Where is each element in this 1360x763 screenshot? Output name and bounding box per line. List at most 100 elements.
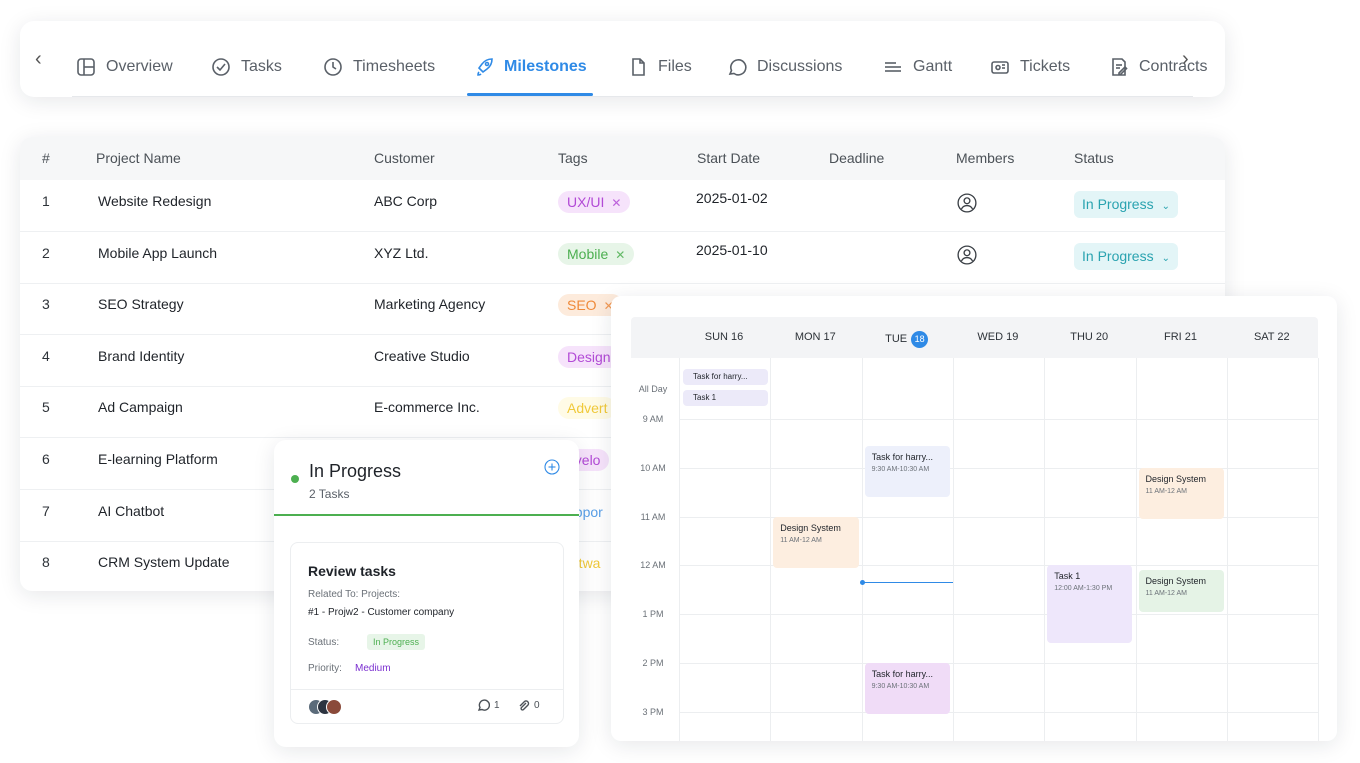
event-title: Design System [1145,473,1207,484]
day-header[interactable]: SUN 16 [679,331,769,343]
event-title: Task 1 [1054,571,1081,582]
status-dropdown[interactable]: In Progress ⌄ [1074,242,1178,270]
row-number: 6 [42,451,50,467]
event-title: Design System [1145,576,1207,587]
remove-tag-icon[interactable]: ✕ [615,248,625,262]
project-name[interactable]: Ad Campaign [98,399,183,415]
grid-column-line [770,358,772,741]
project-name[interactable]: AI Chatbot [98,503,164,519]
grid-column-line [1044,358,1046,741]
project-name[interactable]: Mobile App Launch [98,245,217,261]
event-title: Task for harry... [871,451,933,462]
tab-gantt[interactable]: Gantt [882,39,952,95]
day-header[interactable]: MON 17 [770,331,860,343]
customer-name: Creative Studio [374,347,470,364]
time-label: 9 AM [642,414,664,424]
task-title: Review tasks [308,563,396,579]
paperclip-icon [519,700,530,711]
day-header[interactable]: TUE 18 [862,331,952,348]
calendar-event[interactable]: Task 1 12:00 AM-1:30 PM [1047,565,1133,644]
header-status[interactable]: Status [1074,150,1114,166]
chat-icon [728,59,747,76]
header-customer[interactable]: Customer [374,150,435,166]
calendar-event[interactable]: Design System 11 AM-12 AM [1138,467,1224,520]
task-card[interactable]: Review tasks Related To: Projects: #1 - … [290,542,564,724]
table-row[interactable]: 1 Website Redesign ABC Corp UX/UI ✕ 2025-01-0… [20,180,1225,232]
priority-label: Priority: [308,663,342,674]
grid-column-line [1226,358,1228,741]
project-tag[interactable]: Advert [558,397,617,420]
start-date: 2025-01-02 [696,190,768,206]
day-header[interactable]: FRI 21 [1136,331,1226,343]
remove-tag-icon[interactable]: ✕ [611,196,621,210]
row-number: 3 [42,296,50,313]
comments-count[interactable]: 1 [477,699,500,712]
attachments-count[interactable]: 0 [517,699,540,712]
tab-timesheets[interactable]: Timesheets [322,39,435,95]
project-tag[interactable]: Mobile ✕ [558,242,635,265]
calendar-event[interactable]: Task for harry... 9:30 AM-10:30 AM [864,663,950,715]
tab-discussions[interactable]: Discussions [726,39,842,95]
header-start-date[interactable]: Start Date [697,150,760,166]
day-header[interactable]: THU 20 [1044,331,1134,343]
calendar-event[interactable]: Design System 11 AM-12 AM [1138,570,1224,612]
avatar[interactable] [326,699,342,715]
project-name[interactable]: Brand Identity [98,348,184,364]
grid-column-line [679,358,680,741]
event-time: 9:30 AM-10:30 AM [871,465,930,473]
time-label: 12 AM [640,560,666,571]
project-name[interactable]: Website Redesign [98,193,211,209]
day-label: FRI 21 [1163,331,1197,343]
table-row[interactable]: 2 Mobile App Launch XYZ Ltd. Mobile ✕ 2025-01… [20,232,1225,284]
tab-tasks[interactable]: Tasks [210,39,282,95]
tab-label: Files [658,58,692,75]
row-number: 7 [42,502,50,519]
header-members[interactable]: Members [956,150,1014,166]
customer-name: E-commerce Inc. [374,399,480,416]
calendar-grid: All Day 9 AM 10 AM 11 AM 12 AM 1 PM 2 PM 3 PM … [631,358,1320,741]
header-project-name[interactable]: Project Name [96,150,181,166]
tab-overview[interactable]: Overview [75,39,173,95]
project-tag[interactable]: UX/UI ✕ [558,191,631,213]
calendar-event[interactable]: Task for harry... 9:30 AM-10:30 AM [864,445,950,498]
grid-column-line [952,358,954,741]
header-deadline[interactable]: Deadline [829,150,884,166]
grid-hour-line [679,614,1318,616]
day-header[interactable]: WED 19 [953,331,1043,343]
tab-milestones[interactable]: Milestones [467,39,593,96]
tabs-next-arrow[interactable]: › [1182,49,1189,69]
kanban-column-in-progress: In Progress 2 Tasks Review tasks Related… [274,440,579,747]
time-label: 1 PM [642,609,664,620]
row-number: 5 [42,399,50,416]
current-time-dot [859,580,865,586]
tabs-prev-arrow[interactable]: ‹ [35,49,42,69]
header-tags[interactable]: Tags [558,150,588,166]
add-task-icon[interactable] [544,459,560,475]
day-header[interactable]: SAT 22 [1227,331,1317,343]
task-status-badge: In Progress [367,634,426,650]
current-time-indicator [859,580,953,586]
calendar-event[interactable]: Design System 11 AM-12 AM [773,516,859,568]
tab-tickets[interactable]: Tickets [989,39,1070,95]
project-name[interactable]: CRM System Update [98,554,229,570]
calendar-day-header: SUN 16 MON 17 TUE 18 WED 19 THU 20 FRI 21 SAT 2… [631,317,1318,358]
tab-label: Milestones [504,58,587,75]
project-name[interactable]: SEO Strategy [98,296,184,312]
week-calendar: SUN 16 MON 17 TUE 18 WED 19 THU 20 FRI 21 SAT 2… [611,296,1337,741]
start-date: 2025-01-10 [696,241,768,258]
member-avatar-icon[interactable] [957,245,977,265]
tab-label: Tasks [241,58,282,75]
related-label: Related To: Projects: [308,589,401,600]
all-day-event[interactable]: Task 1 [683,390,768,406]
customer-name: ABC Corp [374,193,438,209]
all-day-event[interactable]: Task for harry... [683,369,768,385]
event-time: 11 AM-12 AM [780,536,822,544]
rocket-icon [477,58,493,76]
tag-label: Design [567,348,611,365]
project-name[interactable]: E-learning Platform [98,451,218,467]
tab-files[interactable]: Files [627,39,692,95]
related-value[interactable]: #1 - Projw2 - Customer company [308,607,454,618]
status-dropdown[interactable]: In Progress ⌄ [1074,191,1178,218]
tab-contracts[interactable]: Contracts [1108,39,1207,95]
member-avatar-icon[interactable] [957,193,977,213]
